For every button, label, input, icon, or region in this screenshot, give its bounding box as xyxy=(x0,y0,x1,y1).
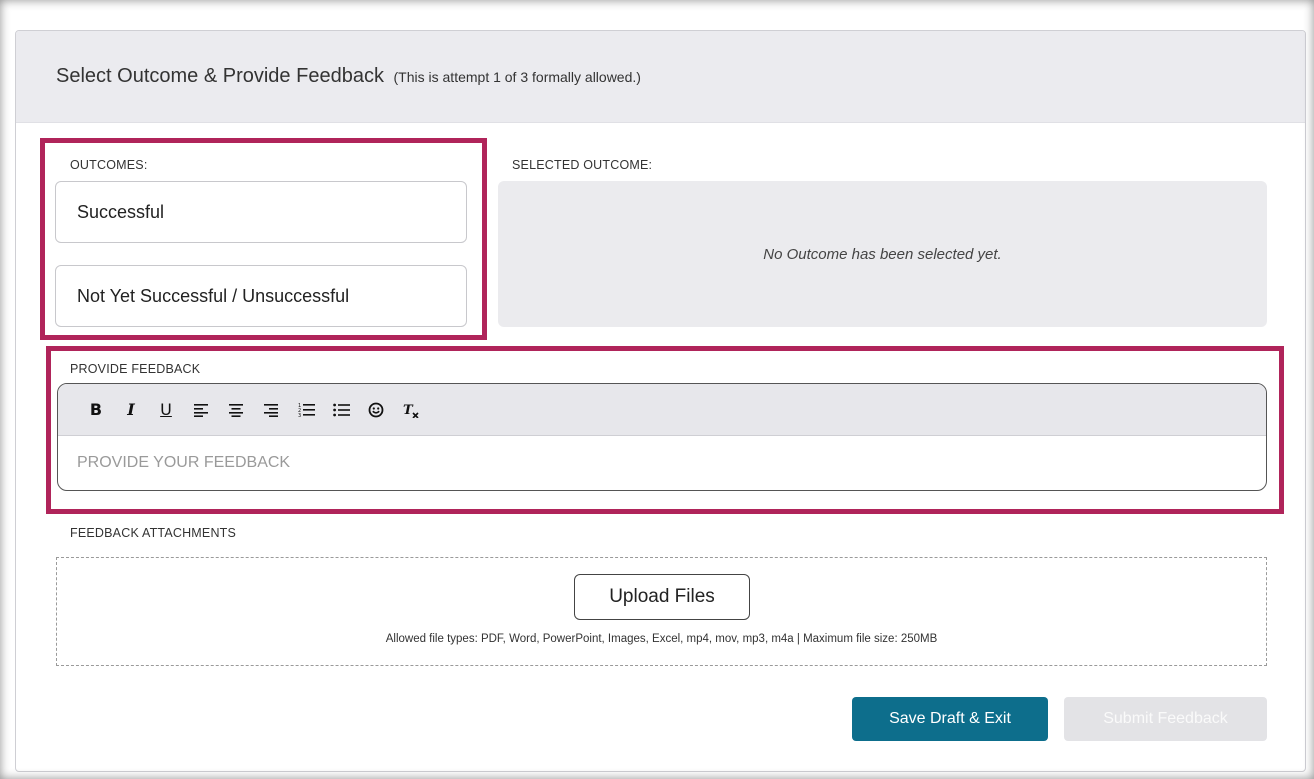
upload-files-button[interactable]: Upload Files xyxy=(574,574,750,620)
selected-outcome-label: SELECTED OUTCOME: xyxy=(512,158,653,172)
clear-format-button[interactable]: T xyxy=(397,396,425,424)
attachments-label: FEEDBACK ATTACHMENTS xyxy=(70,526,237,540)
allowed-file-types-text: Allowed file types: PDF, Word, PowerPoin… xyxy=(385,633,938,645)
file-dropzone[interactable]: Upload Files Allowed file types: PDF, Wo… xyxy=(56,557,1267,666)
provide-feedback-label: PROVIDE FEEDBACK xyxy=(70,362,201,376)
outcome-successful-button[interactable]: Successful xyxy=(55,181,467,243)
italic-icon: I xyxy=(127,400,135,419)
emoji-icon xyxy=(368,402,384,417)
svg-text:T: T xyxy=(403,403,414,418)
selected-outcome-display: No Outcome has been selected yet. xyxy=(498,181,1267,327)
save-draft-button[interactable]: Save Draft & Exit xyxy=(852,697,1048,741)
italic-button[interactable]: I xyxy=(117,396,145,424)
feedback-placeholder: PROVIDE YOUR FEEDBACK xyxy=(77,454,291,471)
panel-header: Select Outcome & Provide Feedback (This … xyxy=(16,31,1305,123)
feedback-textarea[interactable]: PROVIDE YOUR FEEDBACK xyxy=(58,436,1266,490)
align-left-button[interactable] xyxy=(187,396,215,424)
align-right-icon xyxy=(264,403,278,417)
align-right-button[interactable] xyxy=(257,396,285,424)
bold-icon: B xyxy=(89,400,103,419)
emoji-button[interactable] xyxy=(362,396,390,424)
underline-icon: U xyxy=(160,400,172,419)
bullet-list-icon xyxy=(332,403,350,416)
no-outcome-text: No Outcome has been selected yet. xyxy=(763,245,1002,263)
attempt-note: (This is attempt 1 of 3 formally allowed… xyxy=(393,69,641,85)
panel-title: Select Outcome & Provide Feedback (This … xyxy=(56,65,641,88)
bold-button[interactable]: B xyxy=(82,396,110,424)
outcome-unsuccessful-button[interactable]: Not Yet Successful / Unsuccessful xyxy=(55,265,467,327)
editor-toolbar: B I U 1 2 3 T xyxy=(58,384,1266,436)
underline-button[interactable]: U xyxy=(152,396,180,424)
align-center-icon xyxy=(229,403,243,417)
page-title: Select Outcome & Provide Feedback xyxy=(56,65,384,87)
outcomes-label: OUTCOMES: xyxy=(70,158,148,172)
submit-feedback-button[interactable]: Submit Feedback xyxy=(1064,697,1267,741)
feedback-editor: B I U 1 2 3 T PROVIDE YOUR FEEDBACK xyxy=(57,383,1267,491)
align-center-button[interactable] xyxy=(222,396,250,424)
bullet-list-button[interactable] xyxy=(327,396,355,424)
svg-text:3: 3 xyxy=(298,413,301,417)
ordered-list-button[interactable]: 1 2 3 xyxy=(292,396,320,424)
align-left-icon xyxy=(194,403,208,417)
feedback-panel: Select Outcome & Provide Feedback (This … xyxy=(15,30,1306,772)
ordered-list-icon: 1 2 3 xyxy=(298,403,315,417)
clear-format-icon: T xyxy=(403,403,419,418)
